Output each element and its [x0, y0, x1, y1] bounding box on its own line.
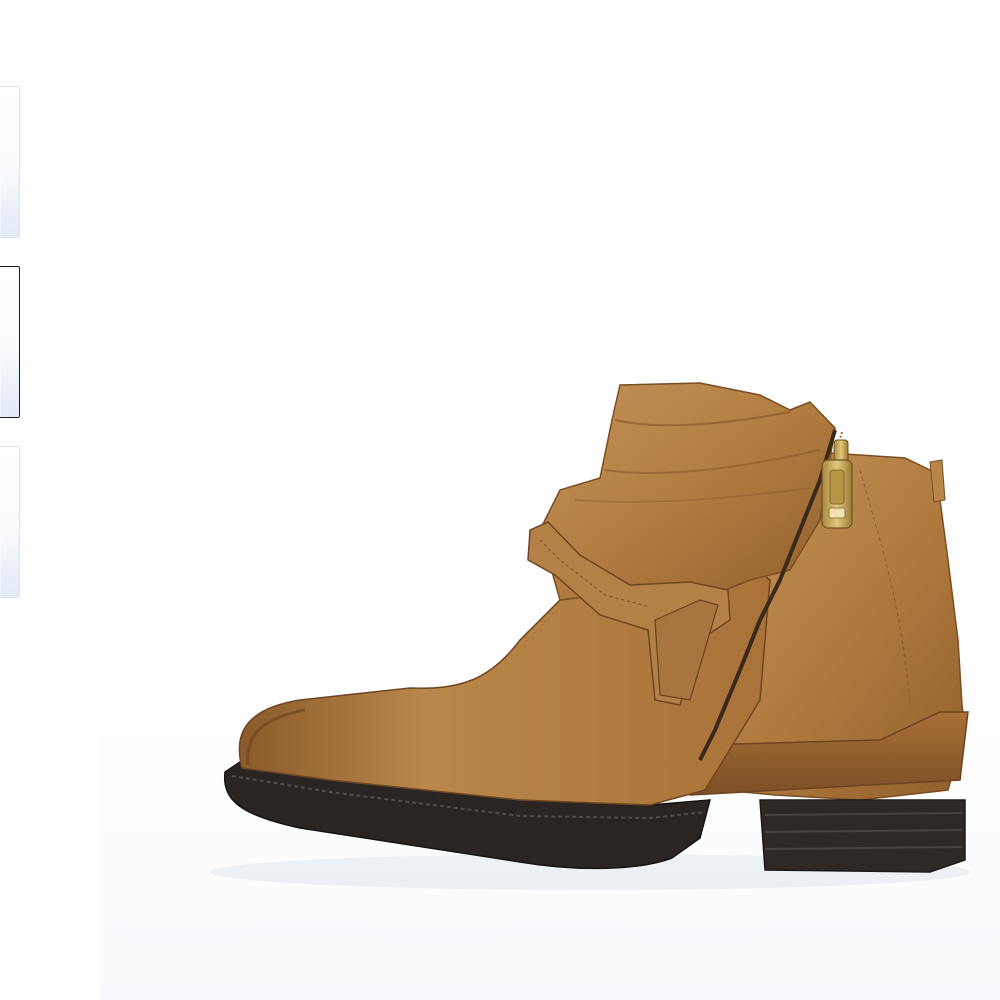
thumbnail-image — [1, 347, 19, 417]
product-gallery — [0, 0, 1000, 1000]
thumbnail-strip — [0, 0, 30, 1000]
main-product-image[interactable] — [100, 60, 1000, 1000]
boot-icon — [210, 382, 970, 890]
thumbnail-2-selected[interactable] — [0, 266, 20, 418]
thumbnail-image — [1, 527, 19, 597]
thumbnail-3[interactable] — [0, 446, 20, 598]
thumbnail-image — [1, 167, 19, 237]
thumbnail-1[interactable] — [0, 86, 20, 238]
